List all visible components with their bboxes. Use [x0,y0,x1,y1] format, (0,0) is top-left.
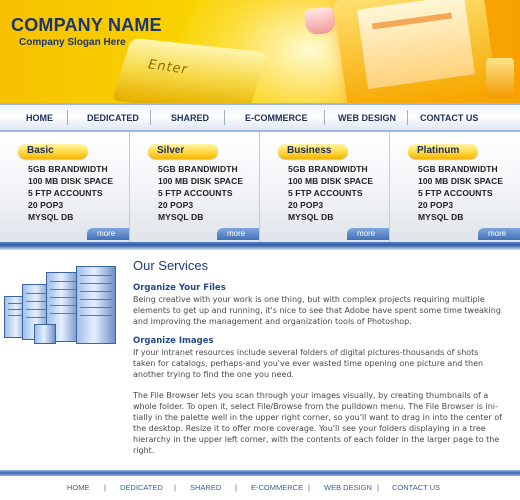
plan-feature: 20 POP3 [28,200,64,210]
nav-separator [150,110,151,125]
plan-feature: 100 MB DISK SPACE [28,176,114,186]
header-banner: Enter COMPANY NAME Company Slogan Here [0,0,520,103]
plan-feature: MYSQL DB [418,212,464,222]
more-button[interactable]: more [478,228,520,240]
plan-feature: 20 POP3 [158,200,194,210]
paragraph-line: elements to get up and running, it's nic… [133,306,501,315]
nav-item-contact-us[interactable]: CONTACT US [420,113,478,123]
nav-item-web-design[interactable]: WEB DESIGN [338,113,396,123]
more-label: more [357,229,376,238]
more-label: more [227,229,246,238]
paragraph-line: If your intranet resources include sever… [133,348,479,357]
paragraph-line: taken for catalogs, perhaps-and you've e… [133,359,484,368]
plan-feature: 20 POP3 [418,200,454,210]
plans-divider [0,242,520,250]
more-label: more [488,229,507,238]
paragraph-line: tially in the palette well in the upper … [133,413,502,422]
footer-separator: | [174,483,176,492]
plan-feature: 100 MB DISK SPACE [158,176,244,186]
footer-separator: | [104,483,106,492]
paragraph-line: hierarchy in the upper left corner, with… [133,435,500,444]
servers-illustration [4,266,122,346]
company-slogan: Company Slogan Here [19,37,126,48]
footer-link-shared[interactable]: SHARED [190,483,221,492]
plan-badge: Silver [148,144,218,159]
server-unit [76,266,116,344]
server-unit [34,324,56,344]
plan-feature: 100 MB DISK SPACE [418,176,504,186]
plan-feature: 5 FTP ACCOUNTS [288,188,363,198]
footer-link-web-design[interactable]: WEB DESIGN [324,483,372,492]
nav-item-e-commerce[interactable]: E-COMMERCE [245,113,308,123]
plan-badge: Basic [18,144,88,159]
nav-item-shared[interactable]: SHARED [171,113,209,123]
footer-link-home[interactable]: HOME [67,483,90,492]
plan-features: 5GB BRANDWIDTH 100 MB DISK SPACE 5 FTP A… [28,163,113,223]
plan-feature: 5GB BRANDWIDTH [28,164,108,174]
plan-feature: MYSQL DB [158,212,204,222]
footer-link-contact-us[interactable]: CONTACT US [392,483,440,492]
plan-features: 5GB BRANDWIDTH 100 MB DISK SPACE 5 FTP A… [288,163,373,223]
plan-card-basic: Basic 5GB BRANDWIDTH 100 MB DISK SPACE 5… [0,132,130,242]
header-mug-graphic [486,58,514,98]
plan-card-platinum: Platinum 5GB BRANDWIDTH 100 MB DISK SPAC… [390,132,520,242]
main-nav: HOME DEDICATED SHARED E-COMMERCE WEB DES… [0,103,520,132]
paragraph-line: the desktop. Resize it to offer more cov… [133,424,486,433]
footer-separator: | [377,483,379,492]
footer-link-e-commerce[interactable]: E-COMMERCE [251,483,303,492]
section-heading: Organize Images [133,336,214,346]
nav-item-home[interactable]: HOME [26,113,53,123]
plan-badge: Platinum [408,144,478,159]
plan-feature: 5 FTP ACCOUNTS [158,188,233,198]
plan-badge: Business [278,144,348,159]
monitor-screen-graphic [356,0,476,90]
paragraph-line: whole folder. To open it, select File/Br… [133,402,498,411]
plan-name: Business [287,145,332,156]
plan-feature: MYSQL DB [288,212,334,222]
footer-separator: | [235,483,237,492]
more-button[interactable]: more [347,228,389,240]
plan-features: 5GB BRANDWIDTH 100 MB DISK SPACE 5 FTP A… [158,163,243,223]
more-label: more [97,229,116,238]
section-heading: Organize Your Files [133,283,226,293]
services-title: Our Services [133,258,209,273]
more-button[interactable]: more [217,228,259,240]
more-button[interactable]: more [87,228,129,240]
plan-name: Basic [27,145,54,156]
plan-feature: 5GB BRANDWIDTH [288,164,368,174]
nav-separator [224,110,225,125]
hosting-plans: Basic 5GB BRANDWIDTH 100 MB DISK SPACE 5… [0,132,520,242]
company-name: COMPANY NAME [11,15,162,35]
paragraph-line: right. [133,446,155,455]
nav-separator [67,110,68,125]
paragraph-line: Being creative with your work is one thi… [133,295,485,304]
nav-separator [324,110,325,125]
plan-feature: 5GB BRANDWIDTH [418,164,498,174]
footer-divider [0,470,520,476]
plan-feature: MYSQL DB [28,212,74,222]
paragraph-line: The File Browser lets you scan through y… [133,391,489,400]
plan-card-business: Business 5GB BRANDWIDTH 100 MB DISK SPAC… [260,132,390,242]
nav-item-dedicated[interactable]: DEDICATED [87,113,139,123]
plan-feature: 5GB BRANDWIDTH [158,164,238,174]
plan-feature: 20 POP3 [288,200,324,210]
plan-feature: 5 FTP ACCOUNTS [28,188,103,198]
page: Enter COMPANY NAME Company Slogan Here H… [0,0,520,500]
plan-name: Silver [157,145,185,156]
paragraph-line: another trying to find the one you need. [133,370,295,379]
paragraph-line: and improving the management and organiz… [133,317,412,326]
plan-feature: 100 MB DISK SPACE [288,176,374,186]
plan-feature: 5 FTP ACCOUNTS [418,188,493,198]
plan-features: 5GB BRANDWIDTH 100 MB DISK SPACE 5 FTP A… [418,163,503,223]
footer-link-dedicated[interactable]: DEDICATED [120,483,163,492]
footer-nav: HOME | DEDICATED | SHARED | E-COMMERCE |… [0,480,520,496]
footer-separator: | [308,483,310,492]
plan-name: Platinum [417,145,460,156]
plan-card-silver: Silver 5GB BRANDWIDTH 100 MB DISK SPACE … [130,132,260,242]
nav-separator [407,110,408,125]
